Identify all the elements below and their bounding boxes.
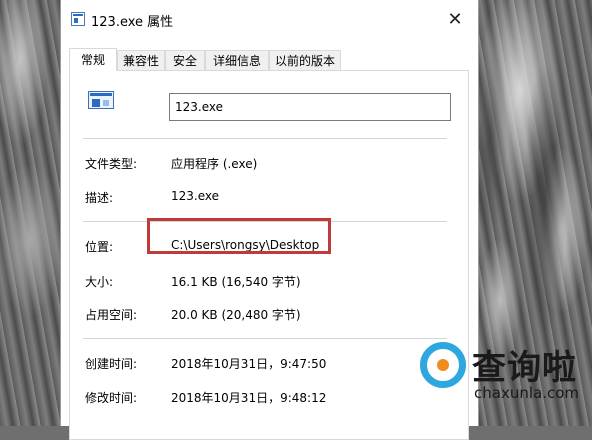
tab-general[interactable]: 常规	[69, 48, 117, 71]
modified-label: 修改时间:	[85, 391, 138, 405]
size-value: 16.1 KB (16,540 字节)	[171, 275, 301, 289]
watermark-logo-icon	[420, 342, 466, 388]
application-icon	[71, 12, 85, 26]
divider	[83, 138, 447, 139]
location-highlight-box	[147, 218, 331, 254]
size-on-disk-value: 20.0 KB (20,480 字节)	[171, 308, 301, 322]
created-value: 2018年10月31日，9:47:50	[171, 357, 327, 371]
description-value: 123.exe	[171, 189, 220, 203]
description-label: 描述:	[85, 191, 114, 205]
tab-security[interactable]: 安全	[165, 50, 205, 70]
size-on-disk-label: 占用空间:	[85, 308, 138, 322]
watermark: 查询啦 chaxunla.com	[412, 338, 592, 408]
tab-previous-versions[interactable]: 以前的版本	[269, 50, 341, 70]
created-label: 创建时间:	[85, 357, 138, 371]
close-icon[interactable]: ✕	[432, 0, 478, 40]
tab-details[interactable]: 详细信息	[205, 50, 269, 70]
size-label: 大小:	[85, 275, 114, 289]
location-label: 位置:	[85, 240, 114, 254]
title-bar[interactable]: 123.exe 属性 ✕	[61, 0, 478, 40]
tab-compatibility[interactable]: 兼容性	[117, 50, 165, 70]
watermark-domain: chaxunla.com	[474, 384, 579, 402]
file-type-value: 应用程序 (.exe)	[171, 157, 258, 171]
exe-file-icon	[88, 91, 114, 109]
modified-value: 2018年10月31日，9:48:12	[171, 391, 327, 405]
window-title: 123.exe 属性	[91, 15, 174, 30]
general-panel	[69, 70, 469, 440]
file-type-label: 文件类型:	[85, 157, 138, 171]
watermark-text: 查询啦	[472, 348, 577, 388]
file-name-input[interactable]	[169, 93, 451, 121]
divider	[83, 338, 447, 339]
